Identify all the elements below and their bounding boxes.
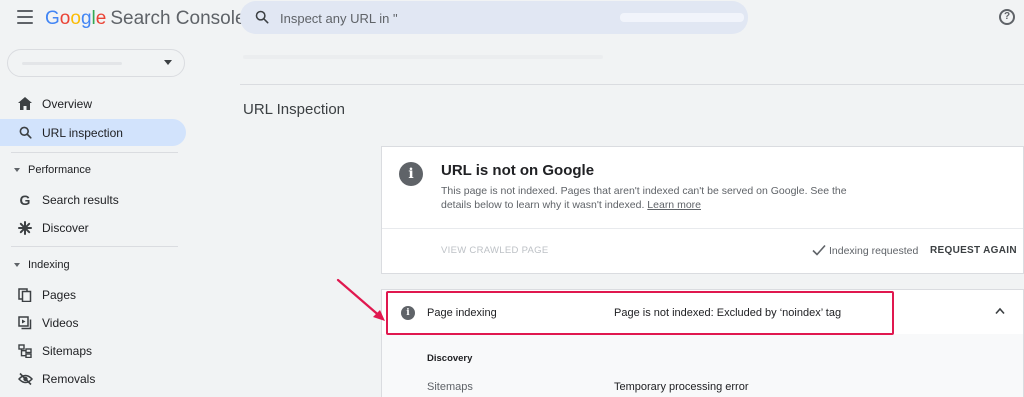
pages-icon	[17, 287, 33, 303]
discovery-heading: Discovery	[427, 353, 473, 364]
sidebar-item-label: Search results	[42, 192, 119, 207]
caret-down-icon	[14, 263, 20, 267]
google-wordmark: Google	[45, 8, 107, 29]
page-indexing-value: Page is not indexed: Excluded by ‘noinde…	[614, 307, 842, 319]
page-indexing-header[interactable]: i Page indexing Page is not indexed: Exc…	[382, 290, 1023, 334]
app-logo[interactable]: Google Search Console	[45, 8, 246, 30]
card-divider	[382, 228, 1023, 229]
sidebar-item-label: URL inspection	[42, 125, 123, 140]
learn-more-link[interactable]: Learn more	[647, 199, 701, 211]
url-status-card: i URL is not on Google This page is not …	[381, 146, 1024, 274]
status-description: This page is not indexed. Pages that are…	[441, 184, 861, 212]
sidebar-item-label: Removals	[42, 371, 96, 386]
sitemaps-label: Sitemaps	[427, 381, 473, 393]
sidebar-section-indexing[interactable]: Indexing	[0, 256, 186, 276]
sitemap-icon	[17, 343, 33, 359]
url-inspect-search-input[interactable]: Inspect any URL in "	[240, 1, 748, 34]
google-g-icon: G	[19, 191, 31, 208]
search-placeholder: Inspect any URL in "	[280, 11, 398, 26]
home-icon	[17, 96, 33, 112]
product-name: Search Console	[110, 8, 246, 29]
help-icon[interactable]: ?	[999, 9, 1015, 25]
sidebar-item-videos[interactable]: Videos	[0, 309, 186, 336]
redacted-property-name	[22, 62, 122, 65]
sidebar-item-label: Sitemaps	[42, 343, 93, 358]
status-title: URL is not on Google	[441, 162, 595, 179]
section-label: Performance	[28, 164, 91, 176]
search-console-app: Google Search Console Inspect any URL in …	[0, 0, 1024, 397]
search-icon	[17, 125, 33, 141]
top-bar: Google Search Console Inspect any URL in …	[0, 0, 1024, 36]
asterisk-icon	[17, 220, 33, 236]
indexing-requested-status: Indexing requested	[829, 245, 919, 257]
info-icon: i	[401, 306, 415, 320]
header-divider	[240, 84, 1024, 85]
sidebar-item-label: Overview	[42, 96, 93, 111]
sidebar-item-discover[interactable]: Discover	[0, 214, 186, 241]
sitemaps-value: Temporary processing error	[614, 381, 749, 393]
video-icon	[17, 315, 33, 331]
sidebar-section-performance[interactable]: Performance	[0, 161, 186, 181]
chevron-up-icon[interactable]	[995, 307, 1005, 315]
sidebar-item-label: Discover	[42, 220, 89, 235]
info-icon: i	[399, 162, 423, 186]
redacted-breadcrumb	[243, 55, 603, 59]
page-title: URL Inspection	[243, 101, 345, 118]
hamburger-menu-icon[interactable]	[17, 10, 33, 24]
sidebar-item-overview[interactable]: Overview	[0, 90, 186, 117]
sidebar-item-pages[interactable]: Pages	[0, 281, 186, 308]
request-again-button[interactable]: REQUEST AGAIN	[930, 245, 1017, 256]
view-crawled-page-button[interactable]: VIEW CRAWLED PAGE	[441, 245, 549, 256]
property-selector[interactable]	[7, 49, 185, 77]
section-label: Indexing	[28, 259, 70, 271]
eye-off-icon	[17, 371, 33, 387]
caret-down-icon	[14, 168, 20, 172]
sidebar-item-removals[interactable]: Removals	[0, 365, 186, 392]
redacted-property	[620, 13, 744, 22]
status-description-text: This page is not indexed. Pages that are…	[441, 185, 847, 211]
sidebar-divider	[11, 246, 178, 247]
sidebar-item-url-inspection[interactable]: URL inspection	[0, 119, 186, 146]
check-icon	[812, 244, 826, 256]
caret-down-icon	[164, 60, 172, 65]
search-icon	[255, 10, 269, 24]
page-indexing-panel: i Page indexing Page is not indexed: Exc…	[381, 289, 1024, 397]
sidebar-item-label: Videos	[42, 315, 79, 330]
sidebar-item-sitemaps[interactable]: Sitemaps	[0, 337, 186, 364]
page-indexing-label: Page indexing	[427, 307, 497, 319]
sidebar-item-label: Pages	[42, 287, 77, 302]
sidebar-item-search-results[interactable]: G Search results	[0, 186, 186, 213]
sidebar-divider	[11, 152, 178, 153]
